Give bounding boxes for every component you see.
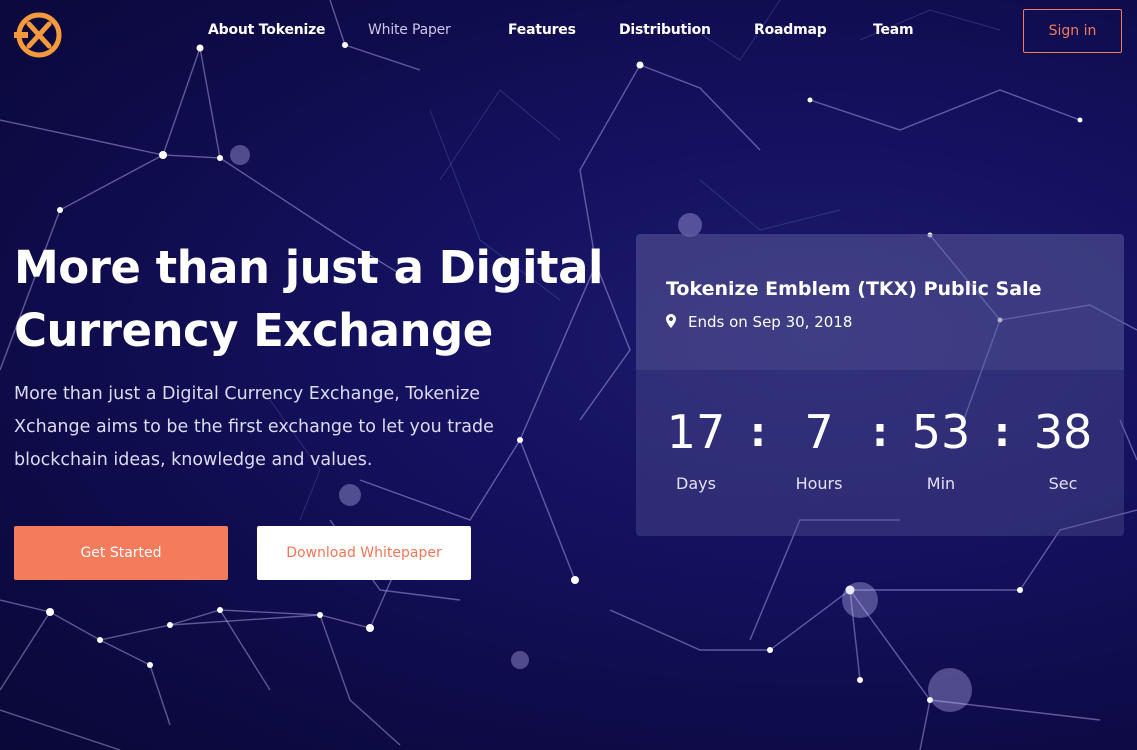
countdown-separator: : xyxy=(750,410,766,456)
countdown-seconds-value: 38 xyxy=(1033,405,1093,459)
hero-description: More than just a Digital Currency Exchan… xyxy=(14,384,494,470)
countdown-hours-label: Hours xyxy=(795,474,843,493)
countdown-hours-value: 7 xyxy=(804,405,834,459)
nav-features[interactable]: Features xyxy=(508,22,576,38)
tokenize-logo[interactable] xyxy=(14,10,64,60)
countdown-days-value: 17 xyxy=(666,405,726,459)
countdown-minutes: 53 Min xyxy=(891,402,991,493)
hero-title-line-2: Currency Exchange xyxy=(14,304,493,357)
countdown-minutes-label: Min xyxy=(926,474,956,493)
countdown-separator: : xyxy=(872,410,888,456)
countdown-seconds-label: Sec xyxy=(1048,474,1078,493)
nav-team[interactable]: Team xyxy=(873,22,914,38)
countdown-seconds: 38 Sec xyxy=(1013,402,1113,493)
countdown-days-label: Days xyxy=(676,474,716,493)
countdown-separator: : xyxy=(994,410,1010,456)
hero-title-line-1: More than just a Digital xyxy=(14,241,603,294)
hero-title: More than just a Digital Currency Exchan… xyxy=(14,236,614,362)
public-sale-card-header xyxy=(636,234,1124,370)
public-sale-title: Tokenize Emblem (TKX) Public Sale xyxy=(666,278,1042,300)
countdown-days: 17 Days xyxy=(646,402,746,493)
sign-in-button[interactable]: Sign in xyxy=(1023,9,1122,53)
download-whitepaper-button[interactable]: Download Whitepaper xyxy=(257,526,471,580)
countdown-hours: 7 Hours xyxy=(769,402,869,493)
nav-about-tokenize[interactable]: About Tokenize xyxy=(208,22,326,38)
public-sale-end-date: Ends on Sep 30, 2018 xyxy=(666,313,852,331)
nav-white-paper[interactable]: White Paper xyxy=(368,22,451,38)
map-pin-icon xyxy=(666,314,676,328)
tokenize-x-logo-icon xyxy=(14,12,62,58)
nav-distribution[interactable]: Distribution xyxy=(619,22,711,38)
end-date-text: Ends on Sep 30, 2018 xyxy=(688,313,853,331)
nav-roadmap[interactable]: Roadmap xyxy=(754,22,827,38)
get-started-button[interactable]: Get Started xyxy=(14,526,228,580)
countdown-minutes-value: 53 xyxy=(911,405,971,459)
public-sale-card: Tokenize Emblem (TKX) Public Sale Ends o… xyxy=(636,234,1124,536)
